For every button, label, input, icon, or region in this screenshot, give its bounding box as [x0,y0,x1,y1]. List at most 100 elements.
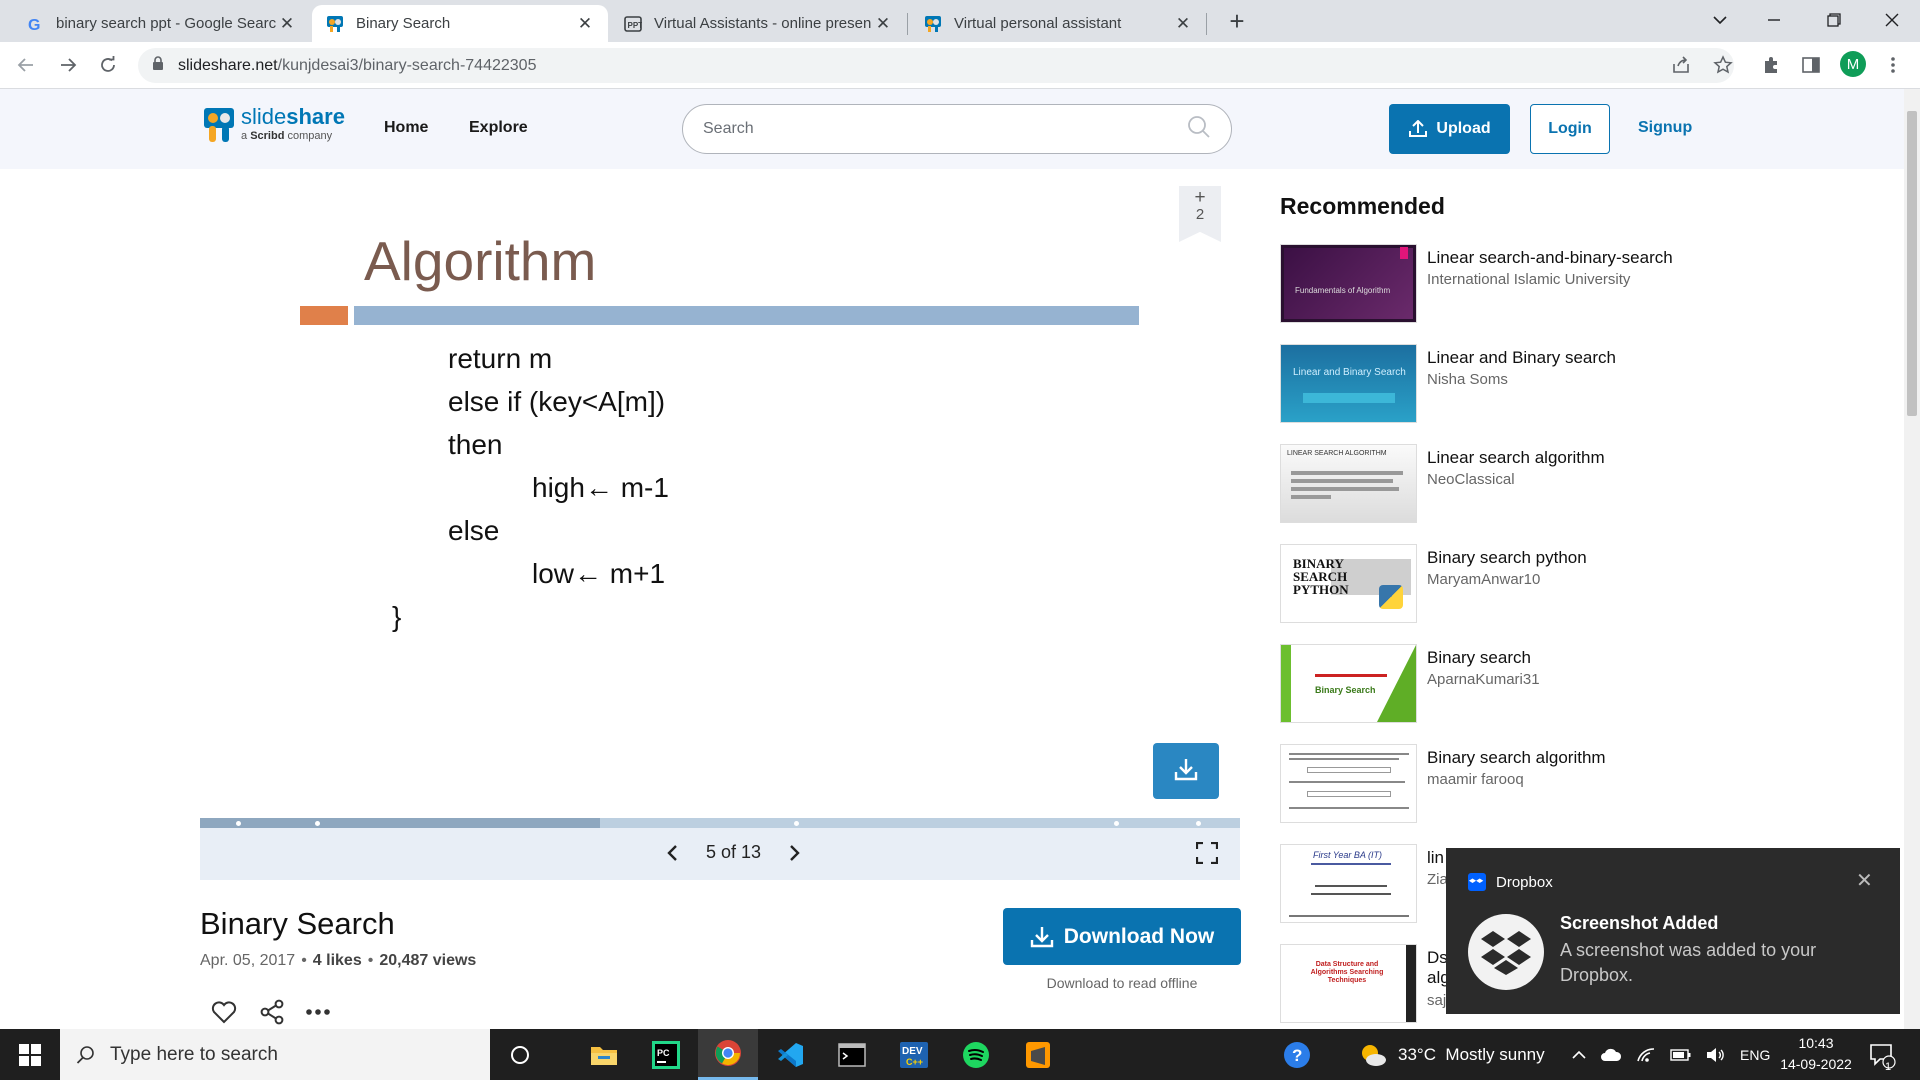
back-arrow-icon[interactable] [12,51,40,79]
recommended-author[interactable]: AparnaKumari31 [1427,671,1540,688]
spotify-icon[interactable] [946,1029,1006,1080]
recommended-author[interactable]: International Islamic University [1427,271,1630,288]
slide-canvas[interactable]: Algorithm return m else if (key<A[m]) th… [200,169,1240,819]
share-icon[interactable] [1668,52,1694,78]
next-slide-chevron-icon[interactable] [785,843,805,863]
terminal-icon[interactable] [822,1029,882,1080]
recommended-item[interactable]: BINARY SEARCH PYTHON Binary search pytho… [1280,544,1880,624]
recommended-author[interactable]: saj [1427,992,1446,1009]
task-view-icon[interactable] [490,1029,550,1080]
volume-icon[interactable] [1706,1047,1726,1063]
forward-arrow-icon[interactable] [54,51,82,79]
weather-widget[interactable]: 33°C Mostly sunny [1358,1029,1545,1080]
bookmark-star-icon[interactable] [1710,52,1736,78]
minimize-icon[interactable] [1746,0,1802,40]
recommended-title[interactable]: lin [1427,848,1444,868]
wifi-icon[interactable] [1636,1047,1656,1063]
recommended-title[interactable]: Binary search [1427,648,1531,668]
recommended-item[interactable]: Binary Search Binary search AparnaKumari… [1280,644,1880,724]
recommended-author[interactable]: maamir farooq [1427,771,1524,788]
recommended-thumbnail[interactable]: BINARY SEARCH PYTHON [1280,544,1417,623]
dropbox-notification[interactable]: Dropbox ✕ Screenshot Added A screenshot … [1446,848,1900,1014]
tab-virtual-assistants[interactable]: PPT Virtual Assistants - online presen ✕ [610,5,906,42]
slideshare-logo[interactable]: slideshare a Scribd company [203,106,345,144]
profile-avatar[interactable]: M [1840,51,1866,77]
recommended-item[interactable]: Binary search algorithm maamir farooq [1280,744,1880,824]
recommended-author[interactable]: Nisha Soms [1427,371,1508,388]
language-indicator[interactable]: ENG [1740,1047,1770,1063]
reload-icon[interactable] [94,51,122,79]
scrollbar-thumb[interactable] [1907,111,1917,416]
recommended-author[interactable]: Zia [1427,871,1448,888]
onedrive-cloud-icon[interactable] [1600,1048,1622,1062]
file-explorer-icon[interactable] [574,1029,634,1080]
nav-explore[interactable]: Explore [469,119,528,137]
close-window-icon[interactable] [1864,0,1920,40]
tab-virtual-personal-assistant[interactable]: Virtual personal assistant ✕ [910,5,1206,42]
recommended-thumbnail[interactable]: Linear and Binary Search [1280,344,1417,423]
recommended-thumbnail[interactable]: First Year BA (IT) [1280,844,1417,923]
show-hidden-icons-chevron-icon[interactable] [1572,1050,1586,1060]
close-tab-icon[interactable]: ✕ [576,14,594,34]
signup-link[interactable]: Signup [1638,119,1692,137]
windows-start-icon[interactable] [0,1029,60,1080]
fullscreen-icon[interactable] [1195,841,1219,865]
recommended-item[interactable]: Linear and Binary Search Linear and Bina… [1280,344,1880,424]
site-search-input[interactable] [703,120,1187,138]
address-bar[interactable]: slideshare.net/kunjdesai3/binary-search-… [138,48,1734,83]
close-tab-icon[interactable]: ✕ [874,14,892,34]
dev-cpp-icon[interactable]: DEV C++ [884,1029,944,1080]
recommended-thumbnail[interactable]: Binary Search [1280,644,1417,723]
more-options-icon[interactable] [304,998,332,1026]
tab-google-search[interactable]: G binary search ppt - Google Searc ✕ [12,5,310,42]
side-panel-icon[interactable] [1798,52,1824,78]
recommended-title[interactable]: Linear search-and-binary-search [1427,248,1673,268]
chrome-icon[interactable] [698,1029,758,1080]
recommended-thumbnail[interactable]: LINEAR SEARCH ALGORITHM [1280,444,1417,523]
notification-center-icon[interactable]: 1 [1868,1029,1896,1080]
battery-icon[interactable] [1670,1048,1692,1061]
close-notification-icon[interactable]: ✕ [1856,868,1873,893]
sublime-text-icon[interactable] [1008,1029,1068,1080]
like-heart-icon[interactable] [210,998,238,1026]
recommended-item[interactable]: LINEAR SEARCH ALGORITHM Linear search al… [1280,444,1880,524]
taskbar-search[interactable]: Type here to search [60,1029,490,1080]
download-now-button[interactable]: Download Now [1003,908,1241,965]
upload-button[interactable]: Upload [1389,104,1510,154]
browser-menu-icon[interactable] [1880,52,1906,78]
bookmark-plus-icon: + [1194,187,1206,208]
restore-icon[interactable] [1806,0,1862,40]
help-icon[interactable]: ? [1282,1029,1312,1080]
recommended-title[interactable]: Binary search algorithm [1427,748,1606,768]
recommended-author[interactable]: NeoClassical [1427,471,1515,488]
tab-binary-search[interactable]: Binary Search ✕ [312,5,608,42]
svg-text:?: ? [1292,1046,1302,1065]
recommended-title[interactable]: Ds [1427,948,1448,968]
share-icon[interactable] [258,998,286,1026]
previous-slide-chevron-icon[interactable] [662,843,682,863]
vscode-icon[interactable] [760,1029,820,1080]
close-tab-icon[interactable]: ✕ [278,14,296,34]
slide-download-button[interactable] [1153,743,1219,799]
recommended-thumbnail[interactable]: Data Structure and Algorithms Searching … [1280,944,1417,1023]
recommended-item[interactable]: Fundamentals of Algorithm Linear search-… [1280,244,1880,324]
close-tab-icon[interactable]: ✕ [1174,14,1192,34]
recommended-title[interactable]: Linear search algorithm [1427,448,1605,468]
new-tab-button[interactable]: + [1222,6,1252,36]
slide-progress-track[interactable] [200,818,1240,828]
recommended-title[interactable]: Linear and Binary search [1427,348,1616,368]
recommended-author[interactable]: MaryamAnwar10 [1427,571,1540,588]
logo-sub-suffix: company [284,130,333,142]
lock-icon[interactable] [152,56,164,75]
recommended-thumbnail[interactable]: Fundamentals of Algorithm [1280,244,1417,323]
pycharm-icon[interactable]: PC [636,1029,696,1080]
page-scrollbar[interactable] [1904,89,1920,1029]
tab-search-chevron-icon[interactable] [1692,0,1748,40]
login-button[interactable]: Login [1530,104,1610,154]
search-icon[interactable] [1187,115,1211,144]
taskbar-clock[interactable]: 10:43 14-09-2022 [1770,1033,1862,1075]
nav-home[interactable]: Home [384,119,428,137]
extensions-icon[interactable] [1758,52,1784,78]
recommended-thumbnail[interactable] [1280,744,1417,823]
recommended-title[interactable]: Binary search python [1427,548,1587,568]
